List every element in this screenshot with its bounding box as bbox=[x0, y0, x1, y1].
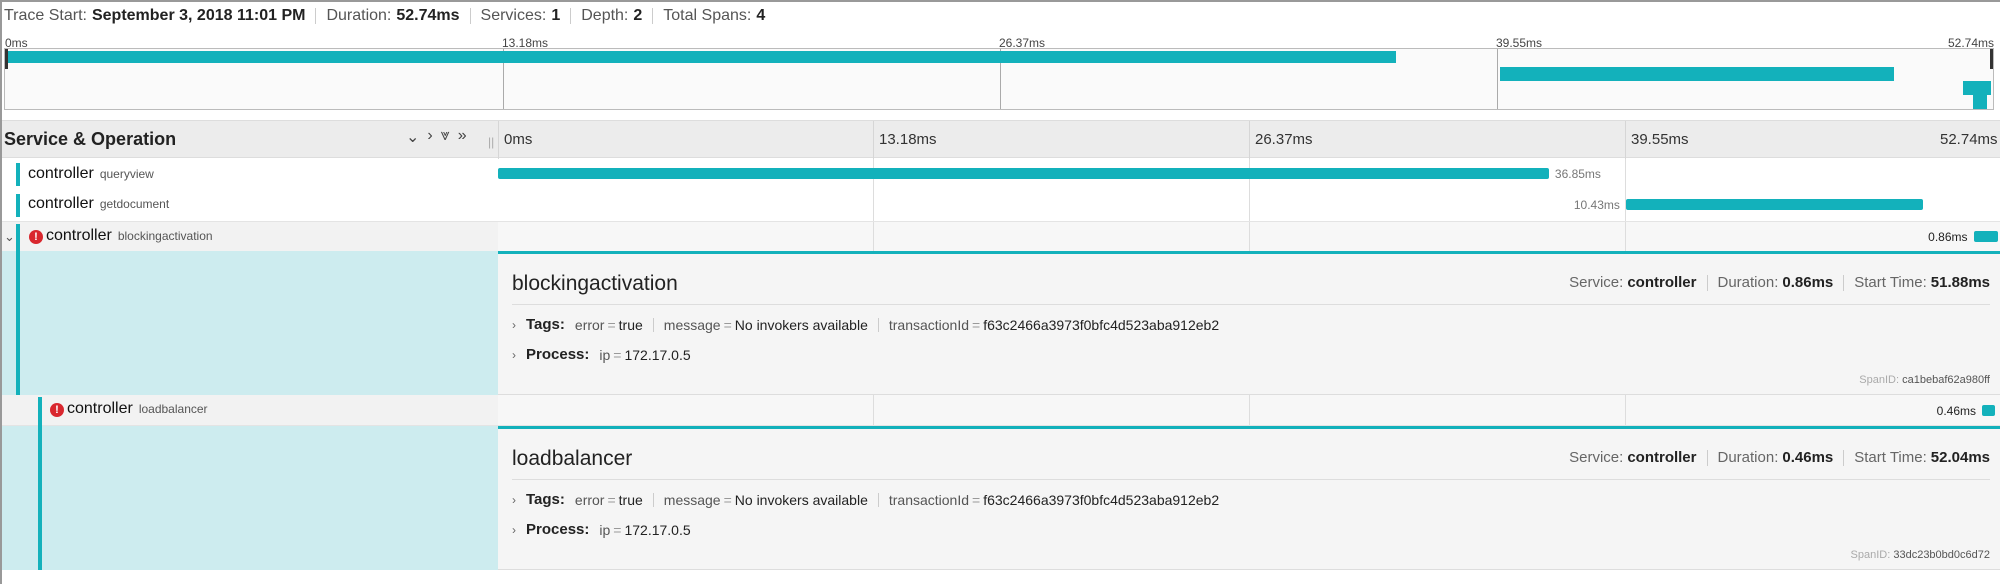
timeline-tick-label: 52.74ms bbox=[1940, 131, 1998, 148]
span-detail-content: blockingactivation Service: controller Du… bbox=[498, 251, 2000, 395]
tags-section[interactable]: › Tags: error = true message = No invokers a… bbox=[512, 316, 1219, 333]
expand-all-icon[interactable]: » bbox=[458, 127, 467, 147]
minimap-span-bar bbox=[1973, 95, 1987, 109]
trace-total-spans: Total Spans: 4 bbox=[663, 7, 766, 24]
span-bar[interactable] bbox=[1982, 405, 1996, 416]
tag-item: message = No invokers available bbox=[663, 316, 868, 333]
service-color-mark bbox=[16, 194, 20, 217]
timeline-gridline bbox=[873, 121, 874, 159]
timeline-gridline bbox=[498, 121, 499, 159]
span-duration-label: 0.86ms bbox=[1928, 230, 1968, 244]
span-duration-label: 10.43ms bbox=[1573, 198, 1620, 212]
service-color-mark bbox=[16, 224, 20, 252]
collapse-all-icon[interactable]: ⩔ bbox=[441, 127, 450, 147]
trace-page: Trace Start: September 3, 2018 11:01 PM … bbox=[0, 0, 2000, 584]
span-id: SpanID: 33dc23b0bd0c6d72 bbox=[1850, 549, 1990, 561]
timeline-tick-label: 13.18ms bbox=[879, 131, 937, 148]
process-section[interactable]: › Process: ip = 172.17.0.5 bbox=[512, 521, 691, 538]
tag-item: transactionId = f63c2466a3973f0bfc4d523aba… bbox=[888, 316, 1220, 333]
span-detail-title: loadbalancer bbox=[512, 447, 633, 470]
span-duration-label: 0.46ms bbox=[1936, 404, 1976, 418]
span-detail-content: loadbalancer Service: controller Duration… bbox=[498, 426, 2000, 570]
minimap-span-bar bbox=[6, 51, 1396, 63]
span-timeline-cell[interactable]: 0.86ms bbox=[498, 222, 2000, 251]
span-bar[interactable] bbox=[1625, 199, 1924, 210]
span-operation-name: loadbalancer bbox=[138, 402, 208, 416]
tag-item: error = true bbox=[574, 491, 643, 508]
span-detail-title: blockingactivation bbox=[512, 272, 678, 295]
service-color-mark bbox=[38, 397, 42, 426]
span-service-name[interactable]: controller blockingactivation bbox=[46, 227, 213, 245]
timeline-gridline bbox=[1249, 121, 1250, 159]
service-color-mark bbox=[16, 163, 20, 186]
minimap-right-handle[interactable] bbox=[1990, 49, 1993, 69]
minimap-gridline bbox=[1497, 49, 1498, 109]
chevron-right-icon[interactable]: › bbox=[512, 523, 526, 537]
span-detail-panel: loadbalancer Service: controller Duration… bbox=[2, 426, 2000, 570]
span-detail-indent bbox=[2, 251, 498, 395]
minimap-canvas[interactable] bbox=[4, 48, 1994, 110]
span-duration-label: 36.85ms bbox=[1554, 167, 1601, 181]
span-detail-meta: Service: controller Duration: 0.86ms Start… bbox=[1569, 274, 1990, 291]
span-name-cell[interactable]: controller queryview bbox=[2, 159, 498, 190]
timeline-tick-label: 0ms bbox=[504, 131, 533, 148]
span-detail-panel: blockingactivation Service: controller Du… bbox=[2, 251, 2000, 395]
span-bar[interactable] bbox=[498, 168, 1549, 179]
span-row[interactable]: controller getdocument 10.43ms bbox=[2, 190, 2000, 221]
chevron-right-icon[interactable]: › bbox=[512, 318, 526, 332]
tag-item: transactionId = f63c2466a3973f0bfc4d523aba… bbox=[888, 491, 1220, 508]
process-section[interactable]: › Process: ip = 172.17.0.5 bbox=[512, 346, 691, 363]
span-service-name[interactable]: controller queryview bbox=[28, 165, 154, 183]
chevron-right-icon[interactable]: › bbox=[512, 493, 526, 507]
timeline-tick-label: 26.37ms bbox=[1255, 131, 1313, 148]
span-operation-name: getdocument bbox=[99, 197, 170, 211]
collapse-one-icon[interactable]: ⌄ bbox=[406, 127, 419, 147]
span-name-cell[interactable]: ⌄ ! controller blockingactivation bbox=[2, 222, 498, 252]
timeline-gridline bbox=[1625, 121, 1626, 159]
error-icon: ! bbox=[29, 230, 43, 244]
expand-one-icon[interactable]: › bbox=[427, 127, 432, 147]
tag-item: message = No invokers available bbox=[663, 491, 868, 508]
span-row[interactable]: ! controller loadbalancer 0.46ms bbox=[2, 395, 2000, 426]
span-row[interactable]: controller queryview 36.85ms bbox=[2, 159, 2000, 190]
span-id: SpanID: ca1bebaf62a980ff bbox=[1859, 374, 1990, 386]
trace-duration: Duration: 52.74ms bbox=[326, 7, 460, 24]
span-service-name[interactable]: controller getdocument bbox=[28, 195, 169, 213]
trace-summary-header: Trace Start: September 3, 2018 11:01 PM … bbox=[4, 2, 1994, 30]
chevron-right-icon[interactable]: › bbox=[512, 348, 526, 362]
tags-section[interactable]: › Tags: error = true message = No invokers a… bbox=[512, 491, 1219, 508]
span-detail-indent bbox=[2, 426, 498, 570]
span-operation-name: blockingactivation bbox=[117, 229, 213, 243]
span-operation-name: queryview bbox=[99, 167, 154, 181]
service-operation-title: Service & Operation bbox=[4, 129, 177, 149]
span-bar[interactable] bbox=[1973, 231, 1998, 242]
chevron-down-icon[interactable]: ⌄ bbox=[4, 229, 15, 245]
collapse-controls: ⌄ › ⩔ » bbox=[406, 127, 467, 147]
span-timeline-cell[interactable]: 36.85ms bbox=[498, 159, 2000, 190]
span-detail-meta: Service: controller Duration: 0.46ms Start… bbox=[1569, 449, 1990, 466]
tag-item: error = true bbox=[574, 316, 643, 333]
trace-minimap[interactable]: 0ms 13.18ms 26.37ms 39.55ms 52.74ms bbox=[2, 32, 1994, 112]
span-timeline-cell[interactable]: 0.46ms bbox=[498, 395, 2000, 425]
trace-start: Trace Start: September 3, 2018 11:01 PM bbox=[4, 7, 306, 24]
span-timeline-cell[interactable]: 10.43ms bbox=[498, 190, 2000, 221]
span-service-name[interactable]: controller loadbalancer bbox=[67, 400, 208, 418]
process-item: ip = 172.17.0.5 bbox=[599, 346, 691, 363]
error-icon: ! bbox=[50, 403, 64, 417]
timeline-header: Service & Operation ⌄ › ⩔ » || 0ms 13.18… bbox=[2, 120, 2000, 159]
span-row[interactable]: ⌄ ! controller blockingactivation 0.86ms bbox=[2, 221, 2000, 252]
minimap-span-bar bbox=[1500, 67, 1894, 81]
timeline-tick-label: 39.55ms bbox=[1631, 131, 1689, 148]
minimap-span-bar bbox=[1963, 81, 1991, 95]
trace-services: Services: 1 bbox=[480, 7, 561, 24]
span-name-cell[interactable]: controller getdocument bbox=[2, 190, 498, 221]
minimap-left-handle[interactable] bbox=[5, 49, 8, 69]
column-resizer-icon[interactable]: || bbox=[488, 135, 494, 149]
trace-depth: Depth: 2 bbox=[581, 7, 643, 24]
process-item: ip = 172.17.0.5 bbox=[599, 521, 691, 538]
span-name-cell[interactable]: ! controller loadbalancer bbox=[2, 395, 498, 426]
